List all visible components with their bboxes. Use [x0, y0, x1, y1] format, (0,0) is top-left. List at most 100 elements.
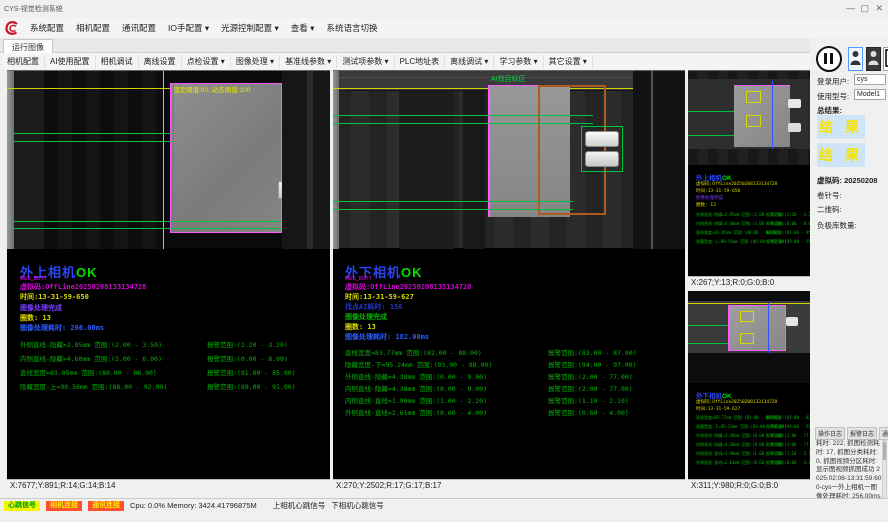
mini-top-time: 时间:13-31-59-650 — [696, 188, 740, 194]
tool-offline-settings[interactable]: 离线设置 — [139, 55, 182, 68]
close-button-icon[interactable]: ✕ — [870, 3, 888, 14]
tool-image-process[interactable]: 图像处理 ▾ — [231, 55, 280, 68]
left-done: 图像处理完成 — [20, 303, 62, 313]
login-user-label: 登录用户: — [817, 76, 849, 87]
middle-elapsed: 图像处理耗时: 182.00ms — [345, 332, 429, 342]
menu-item-view[interactable]: 查看 ▾ — [285, 20, 321, 36]
tab-run-image[interactable]: 运行图像 — [3, 39, 53, 53]
middle-done: 图像处理完成 — [345, 312, 387, 322]
measure-row: 直线宽度=83.77mm 范围:(82.00 - 88.00) — [345, 347, 482, 357]
left-camera-result: OK — [76, 265, 98, 280]
log-tab-alarm[interactable]: 报警日志 — [847, 427, 877, 440]
qr-code-label: 二维码: — [817, 204, 842, 215]
threshold-overlay-label: 固定阈值:93, 动态阈值:100 — [173, 84, 250, 94]
control-panel: 登录用户: cys 使用型号: Model1 总结果: 结 果 结 果 虚拟码:… — [812, 42, 888, 516]
mini-top-done: 图像处理完成 — [696, 195, 723, 201]
mini-top-count: 圈数: 13 — [696, 202, 716, 208]
user-manage-button[interactable] — [866, 47, 881, 71]
tool-camera-config[interactable]: 相机配置 — [2, 55, 45, 68]
menu-item-light-config[interactable]: 光源控制配置 ▾ — [215, 20, 285, 36]
person-icon — [867, 48, 880, 68]
status-bar: 心跳信号 相机连接 通讯连接 Cpu: 0.0% Memory: 3424.41… — [0, 498, 888, 512]
app-window: CYS-视觉检测系统 — ▢ ✕ 系统配置 相机配置 通讯配置 IO手配置 ▾ … — [0, 0, 888, 522]
mini-bottom-camera-view: 外下相机OK 虚拟码:OffLine20250208133134728 时间:1… — [688, 291, 810, 492]
alarm-cell: 报警范围:(83.00 - 87.00) — [548, 347, 637, 357]
middle-ai-time: 找点AI耗时: 156 — [345, 302, 403, 312]
middle-camera-result: OK — [401, 265, 423, 280]
tool-test-params[interactable]: 测试项参数 ▾ — [337, 55, 394, 68]
alarm-cell: 报警范围:(89.00 - 91.00) — [207, 381, 296, 391]
tool-baseline-params[interactable]: 基准线参数 ▾ — [280, 55, 337, 68]
log-tab-operation[interactable]: 操作日志 — [815, 427, 845, 440]
stock-count-label: 负极库数量: — [817, 220, 857, 231]
alarm-cell: 报警范围:(0.00 - 8.00) — [207, 353, 288, 363]
exit-door-icon — [884, 48, 888, 68]
camera-connection-badge: 相机连接 — [46, 501, 82, 511]
measure-row: 内侧直线-直线=1.90mm 范围:(1.00 - 2.20) — [345, 395, 487, 405]
pause-button[interactable] — [816, 46, 842, 72]
left-time: 时间:13-31-59-650 — [20, 292, 89, 302]
measure-row: 外侧直线-直线=2.61mm 范围:(0.60 - 4.00) — [345, 407, 487, 417]
tool-ai-config[interactable]: AI使用配置 — [45, 55, 96, 68]
measure-row: 外侧直线-隐藏=4.38mm 范围:(0.00 - 9.00) — [345, 371, 487, 381]
login-user-field[interactable]: cys — [854, 74, 886, 85]
title-bar: CYS-视觉检测系统 — ▢ ✕ — [0, 0, 888, 18]
middle-pixel-readout: X:270;Y:2502;R:17;G:17;B:17 — [333, 479, 685, 492]
alarm-cell: 报警范围:(81.00 - 85.00) — [207, 367, 296, 377]
heartbeat-status-badge: 心跳信号 — [4, 501, 40, 511]
menu-item-comm-config[interactable]: 通讯配置 — [116, 20, 162, 36]
measure-row: 外侧直线-隐藏=2.95mm 范围:(2.00 - 3.50) — [20, 339, 162, 349]
toolbar: 相机配置 AI使用配置 相机调试 离线设置 点检设置 ▾ 图像处理 ▾ 基准线参… — [2, 53, 810, 69]
tool-offline-debug[interactable]: 离线调试 ▾ — [445, 55, 494, 68]
alarm-cell: 报警范围:(0.60 - 4.00) — [548, 407, 629, 417]
menu-item-language[interactable]: 系统语言切换 — [320, 20, 383, 36]
alarm-cell: 报警范围:(2.20 - 3.20) — [207, 339, 288, 349]
middle-barcode: 虚拟码:OffLine20250208133134728 — [345, 282, 471, 292]
mini-top-pixel-readout: X:267;Y:13;R:0;G:0;B:0 — [688, 276, 810, 289]
barcode-value-label: 虚拟码: 20250208 — [817, 175, 877, 186]
left-count: 圈数: 13 — [20, 313, 51, 323]
alarm-cell: 报警范围:(2.00 - 77.00) — [548, 371, 633, 381]
middle-camera-image[interactable]: AI找目标区 — [333, 70, 685, 248]
menu-item-io-config[interactable]: IO手配置 ▾ — [162, 20, 215, 36]
ai-target-overlay-label: AI找目标区 — [491, 74, 526, 84]
middle-count: 圈数: 13 — [345, 322, 376, 332]
mini-bottom-time: 时间:13-31-59-627 — [696, 406, 740, 412]
model-field[interactable]: Model1 — [854, 89, 886, 100]
tool-plc-table[interactable]: PLC地址表 — [395, 55, 446, 68]
menu-item-system-config[interactable]: 系统配置 — [24, 20, 70, 36]
login-user-button[interactable] — [848, 47, 863, 71]
tab-strip: 运行图像 — [0, 38, 810, 53]
mini-top-camera-image[interactable] — [688, 70, 810, 165]
top-camera-heartbeat-label: 上相机心跳信号 — [273, 500, 326, 511]
mini-bottom-camera-image[interactable] — [688, 291, 810, 383]
exit-button[interactable] — [883, 47, 888, 71]
comm-connection-badge: 通讯连接 — [88, 501, 124, 511]
measure-row: 内侧直线-隐藏=4.60mm 范围:(3.00 - 6.00) — [20, 353, 162, 363]
window-title: CYS-视觉检测系统 — [4, 4, 63, 14]
measure-row: 隐藏宽度-下=95.24mm 范围:(93.00 - 98.00) — [345, 359, 492, 369]
pause-icon — [830, 53, 833, 64]
left-camera-view: 固定阈值:93, 动态阈值:100 73.66 外上相机OK MES_BUTT … — [7, 70, 330, 492]
log-scrollbar-thumb[interactable] — [883, 442, 886, 460]
log-tab-comm[interactable]: 通讯日志 — [879, 427, 888, 440]
menu-item-camera-config[interactable]: 相机配置 — [70, 20, 116, 36]
left-elapsed: 图像处理耗时: 266.00ms — [20, 323, 104, 333]
alarm-cell: 报警范围:(94.00 - 97.00) — [548, 359, 637, 369]
app-logo-icon — [0, 20, 24, 36]
measure-row: 隐藏宽度-上=90.56mm 范围:(88.00 - 92.00) — [20, 381, 167, 391]
measure-row: 直线宽度=83.05mm 范围:(80.00 - 86.00) — [20, 367, 157, 377]
alarm-cell: 报警范围:(1.10 - 2.10) — [548, 395, 629, 405]
tool-other-settings[interactable]: 其它设置 ▾ — [544, 55, 593, 68]
bottom-camera-heartbeat-label: 下相机心跳信号 — [331, 500, 384, 511]
middle-camera-view: AI找目标区 外下相机OK MES_BUTT 虚拟码:OffLine202502… — [333, 70, 685, 492]
person-icon — [849, 48, 862, 68]
mini-bottom-barcode: 虚拟码:OffLine20250208133134728 — [696, 399, 777, 405]
alarm-cell: 报警范围:(2.00 - 77.00) — [548, 383, 633, 393]
left-camera-image[interactable]: 固定阈值:93, 动态阈值:100 73.66 — [7, 70, 330, 248]
tool-learn-params[interactable]: 学习参数 ▾ — [494, 55, 543, 68]
tool-spot-check[interactable]: 点检设置 ▾ — [182, 55, 231, 68]
tool-camera-debug[interactable]: 相机调试 — [96, 55, 139, 68]
mini-top-barcode: 虚拟码:OffLine20250208133134728 — [696, 181, 777, 187]
left-pixel-readout: X:7677;Y:891;R:14;G:14;B:14 — [7, 479, 330, 492]
